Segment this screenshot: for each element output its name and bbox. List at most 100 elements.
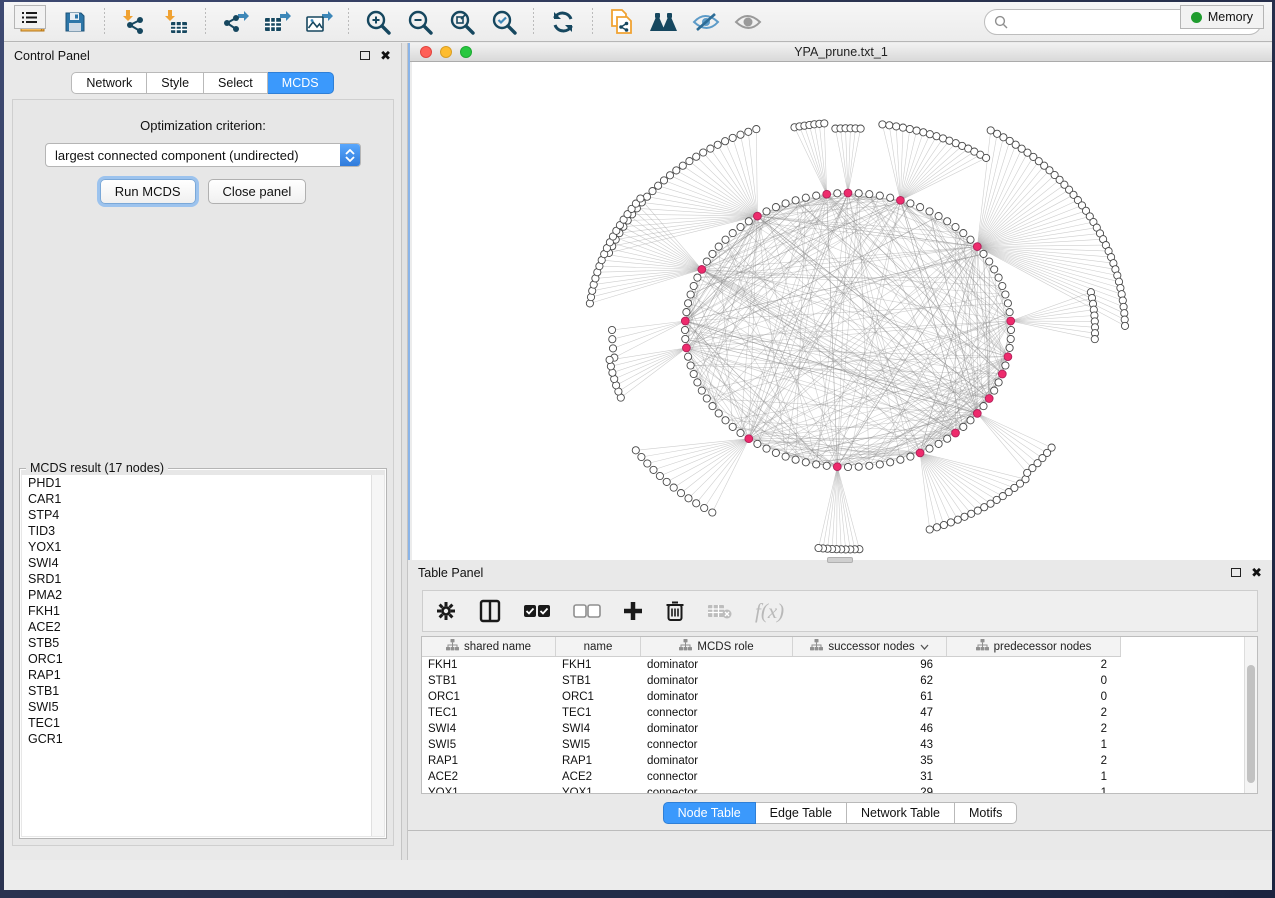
show-columns-icon[interactable] (479, 599, 501, 623)
add-icon[interactable] (623, 601, 643, 621)
table-row[interactable]: RAP1RAP1dominator352 (422, 753, 1257, 769)
cell-shared-name: YOX1 (422, 787, 556, 794)
tab-style[interactable]: Style (147, 72, 204, 94)
cell-shared-name: SWI4 (422, 723, 556, 735)
table-row[interactable]: ACE2ACE2connector311 (422, 769, 1257, 785)
table-settings-icon[interactable] (435, 600, 457, 622)
close-panel-icon[interactable]: ✖ (380, 48, 391, 64)
mcds-result-item[interactable]: PHD1 (22, 475, 371, 491)
cell-successor-nodes: 61 (793, 691, 947, 703)
sort-desc-icon (920, 644, 929, 650)
task-history-button[interactable] (14, 5, 46, 29)
tab-network-table[interactable]: Network Table (847, 802, 955, 824)
mcds-result-item[interactable]: STP4 (22, 507, 371, 523)
select-stepper-icon (340, 144, 360, 166)
column-header-predecessor-nodes[interactable]: predecessor nodes (947, 637, 1121, 656)
zoom-in-icon[interactable] (359, 6, 397, 38)
table-row[interactable]: SWI5SWI5connector431 (422, 737, 1257, 753)
export-network-icon[interactable] (216, 6, 254, 38)
column-header-name[interactable]: name (556, 637, 641, 656)
cell-name: STB1 (556, 675, 641, 687)
control-panel-title: Control Panel (14, 49, 350, 63)
network-view-window: YPA_prune.txt_1 (408, 43, 1272, 560)
cell-predecessor-nodes: 2 (947, 755, 1121, 767)
cell-MCDS-role: dominator (641, 659, 793, 671)
horizontal-splitter-handle[interactable] (827, 557, 853, 563)
table-row[interactable]: SWI4SWI4dominator462 (422, 721, 1257, 737)
mcds-tab-content: Optimization criterion: largest connecte… (12, 99, 394, 846)
mcds-list-scrollbar[interactable] (371, 475, 384, 836)
duplicate-network-icon[interactable] (603, 6, 641, 38)
mcds-result-list[interactable]: PHD1CAR1STP4TID3YOX1SWI4SRD1PMA2FKH1ACE2… (22, 475, 371, 836)
float-table-panel-icon[interactable] (1231, 566, 1241, 580)
mcds-result-item[interactable]: SWI4 (22, 555, 371, 571)
table-scrollbar[interactable] (1244, 637, 1257, 793)
zoom-fit-icon[interactable] (443, 6, 481, 38)
mcds-result-item[interactable]: STB1 (22, 683, 371, 699)
toolbar-separator (348, 8, 349, 36)
mcds-result-item[interactable]: SRD1 (22, 571, 371, 587)
table-row[interactable]: TEC1TEC1connector472 (422, 705, 1257, 721)
mcds-result-item[interactable]: RAP1 (22, 667, 371, 683)
hide-selected-icon[interactable] (687, 6, 725, 38)
close-table-panel-icon[interactable]: ✖ (1251, 565, 1262, 581)
mcds-result-item[interactable]: STB5 (22, 635, 371, 651)
mcds-node (973, 243, 981, 251)
mcds-result-item[interactable]: ACE2 (22, 619, 371, 635)
tab-motifs[interactable]: Motifs (955, 802, 1017, 824)
close-panel-button[interactable]: Close panel (208, 179, 307, 204)
import-table-icon[interactable] (157, 6, 195, 38)
mcds-result-item[interactable]: FKH1 (22, 603, 371, 619)
mcds-result-item[interactable]: ORC1 (22, 651, 371, 667)
memory-button[interactable]: Memory (1180, 5, 1264, 29)
cell-MCDS-role: dominator (641, 755, 793, 767)
tab-network[interactable]: Network (71, 72, 147, 94)
tab-node-table[interactable]: Node Table (663, 802, 756, 824)
mcds-result-item[interactable]: CAR1 (22, 491, 371, 507)
toolbar-separator (104, 8, 105, 36)
import-network-icon[interactable] (115, 6, 153, 38)
network-canvas[interactable] (412, 62, 1272, 560)
network-window-titlebar[interactable]: YPA_prune.txt_1 (410, 43, 1272, 62)
cell-name: ORC1 (556, 691, 641, 703)
cell-predecessor-nodes: 1 (947, 787, 1121, 794)
tab-select[interactable]: Select (204, 72, 268, 94)
mcds-result-item[interactable]: YOX1 (22, 539, 371, 555)
show-all-icon[interactable] (729, 6, 767, 38)
tab-edge-table[interactable]: Edge Table (756, 802, 847, 824)
binoculars-icon[interactable] (645, 6, 683, 38)
table-row[interactable]: FKH1FKH1dominator962 (422, 657, 1257, 673)
network-graph[interactable] (412, 62, 1275, 558)
mcds-result-item[interactable]: TEC1 (22, 715, 371, 731)
column-header-MCDS-role[interactable]: MCDS role (641, 637, 793, 656)
tab-mcds[interactable]: MCDS (268, 72, 334, 94)
delete-icon[interactable] (665, 600, 685, 622)
mcds-result-item[interactable]: TID3 (22, 523, 371, 539)
select-all-icon[interactable] (523, 604, 551, 618)
column-header-shared-name[interactable]: shared name (422, 637, 556, 656)
float-panel-icon[interactable] (360, 49, 370, 63)
mcds-result-item[interactable]: GCR1 (22, 731, 371, 747)
mcds-result-item[interactable]: SWI5 (22, 699, 371, 715)
apply-layout-icon[interactable] (544, 6, 582, 38)
table-row[interactable]: ORC1ORC1dominator610 (422, 689, 1257, 705)
deselect-all-icon[interactable] (573, 604, 601, 618)
column-header-successor-nodes[interactable]: successor nodes (793, 637, 947, 656)
vertical-splitter[interactable] (401, 43, 408, 860)
save-session-icon[interactable] (56, 6, 94, 38)
criterion-select[interactable]: largest connected component (undirected) (45, 143, 361, 167)
node-table[interactable]: shared namenameMCDS rolesuccessor nodesp… (421, 636, 1258, 794)
table-row[interactable]: YOX1YOX1connector291 (422, 785, 1257, 794)
cell-predecessor-nodes: 1 (947, 739, 1121, 751)
mcds-result-item[interactable]: PMA2 (22, 587, 371, 603)
table-row[interactable]: STB1STB1dominator620 (422, 673, 1257, 689)
function-builder-icon: f(x) (755, 599, 784, 624)
zoom-out-icon[interactable] (401, 6, 439, 38)
export-image-icon[interactable] (300, 6, 338, 38)
run-mcds-button[interactable]: Run MCDS (100, 179, 196, 204)
cell-predecessor-nodes: 2 (947, 723, 1121, 735)
zoom-selected-icon[interactable] (485, 6, 523, 38)
mcds-node (916, 449, 924, 457)
toolbar-separator (205, 8, 206, 36)
export-table-icon[interactable] (258, 6, 296, 38)
